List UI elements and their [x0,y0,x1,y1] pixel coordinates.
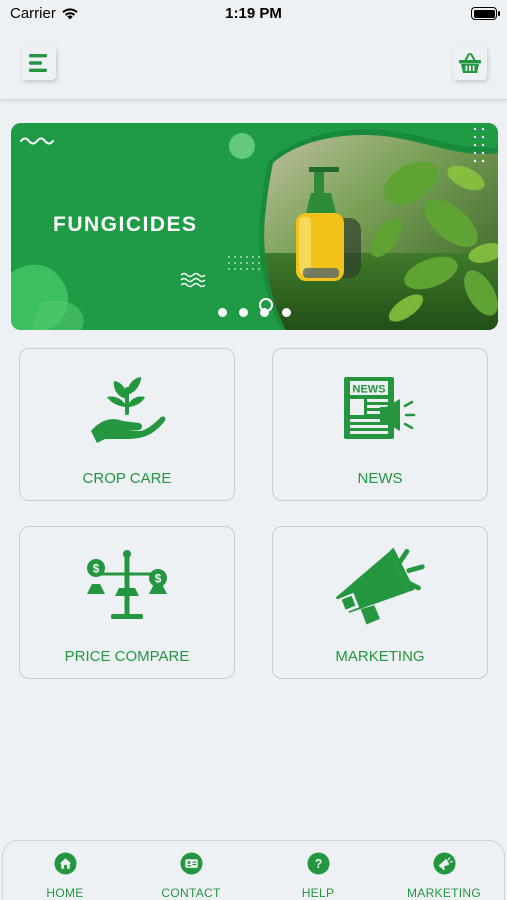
carousel-dots[interactable] [216,298,306,320]
status-time: 1:19 PM [225,5,282,22]
svg-text:$: $ [155,572,162,586]
status-bar: Carrier 1:19 PM [0,0,507,26]
crop-care-tile[interactable]: CROP CARE [19,348,235,501]
nav-contact[interactable]: CONTACT [136,841,246,900]
bottom-navigation: HOME CONTACT ? HELP MARKETING [2,840,505,900]
battery-icon [471,7,500,20]
carousel-dot[interactable] [218,308,227,317]
crop-care-label: CROP CARE [82,470,172,487]
price-compare-label: PRICE COMPARE [64,648,190,665]
plant-in-hand-icon [77,363,177,453]
hamburger-menu-icon [29,54,47,72]
svg-text:NEWS: NEWS [353,384,386,396]
svg-text:$: $ [93,562,100,576]
news-label: NEWS [357,470,403,487]
marketing-label: MARKETING [335,648,425,665]
newspaper-icon: NEWS [330,363,430,453]
nav-home-label: HOME [46,886,84,900]
banner-title: FUNGICIDES [53,213,198,236]
price-compare-tile[interactable]: $ $ PRICE COMPARE [19,526,235,679]
promo-banner-carousel[interactable]: FUNGICIDES [11,123,498,330]
nav-help-label: HELP [301,886,335,900]
nav-home[interactable]: HOME [10,841,120,900]
megaphone-icon [330,541,430,631]
carousel-dot[interactable] [282,308,291,317]
carousel-dot[interactable] [260,308,269,317]
contact-card-icon [179,852,203,875]
nav-contact-label: CONTACT [161,886,221,900]
menu-button[interactable] [22,46,56,80]
nav-marketing[interactable]: MARKETING [389,841,499,900]
nav-help[interactable]: ? HELP [263,841,373,900]
home-icon [53,852,77,875]
nav-marketing-label: MARKETING [406,886,482,900]
basket-button[interactable] [453,46,487,80]
svg-text:?: ? [314,857,322,871]
basket-icon [459,53,481,73]
megaphone-icon [432,852,456,875]
price-scale-icon: $ $ [77,541,177,631]
top-app-bar [0,26,507,100]
carousel-dot[interactable] [239,308,248,317]
news-tile[interactable]: NEWS NEWS [272,348,488,501]
marketing-tile[interactable]: MARKETING [272,526,488,679]
help-icon: ? [306,852,330,875]
